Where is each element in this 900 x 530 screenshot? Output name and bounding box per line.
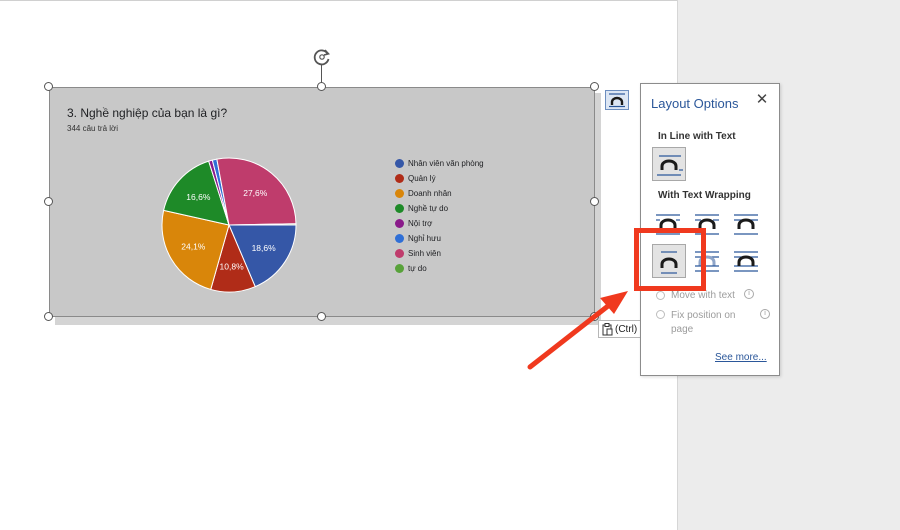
fix-position-label-line2: page xyxy=(671,324,694,335)
pie-data-label: 27,6% xyxy=(243,188,268,198)
legend-label: Doanh nhân xyxy=(408,189,452,198)
resize-handle-top-right[interactable] xyxy=(590,82,599,91)
legend-swatch xyxy=(395,234,404,243)
legend-item: Nghỉ hưu xyxy=(395,231,484,246)
fix-position-radio[interactable] xyxy=(656,310,665,319)
move-with-text-label: Move with text xyxy=(671,290,735,301)
info-icon[interactable]: i xyxy=(744,289,754,299)
legend-label: Sinh viên xyxy=(408,249,441,258)
resize-handle-bottom-left[interactable] xyxy=(44,312,53,321)
paste-options-button[interactable]: (Ctrl) xyxy=(598,320,642,338)
legend-swatch xyxy=(395,249,404,258)
clipboard-icon xyxy=(602,322,613,335)
legend-label: Nhân viên văn phòng xyxy=(408,159,484,168)
legend-label: Nội trợ xyxy=(408,219,433,228)
legend-label: Nghỉ hưu xyxy=(408,234,441,243)
pie-data-label: 10,8% xyxy=(220,261,245,271)
wrap-in-front-of-text-icon[interactable] xyxy=(730,244,764,278)
wrap-layout-icon xyxy=(609,93,625,108)
legend-swatch xyxy=(395,159,404,168)
legend-swatch xyxy=(395,264,404,273)
fix-position-label-line1: Fix position on xyxy=(671,310,736,321)
chart-legend: Nhân viên văn phòng Quản lý Doanh nhân Nghề… xyxy=(395,156,484,276)
highlight-box xyxy=(634,228,706,291)
move-with-text-option[interactable]: Move with text xyxy=(656,290,735,301)
legend-swatch xyxy=(395,219,404,228)
legend-item: Sinh viên xyxy=(395,246,484,261)
legend-swatch xyxy=(395,204,404,213)
pie-data-label: 24,1% xyxy=(181,241,206,251)
see-more-link[interactable]: See more... xyxy=(715,352,767,363)
close-icon[interactable]: ✕ xyxy=(754,92,770,108)
legend-swatch xyxy=(395,189,404,198)
layout-options-button[interactable] xyxy=(605,90,629,110)
legend-item: Doanh nhân xyxy=(395,186,484,201)
fix-position-option[interactable]: Fix position on page xyxy=(656,309,735,337)
resize-handle-right[interactable] xyxy=(590,197,599,206)
resize-handle-top-left[interactable] xyxy=(44,82,53,91)
pie-data-label: 16,6% xyxy=(186,192,211,202)
legend-item: tự do xyxy=(395,261,484,276)
legend-label: tự do xyxy=(408,264,427,273)
resize-handle-top[interactable] xyxy=(317,82,326,91)
legend-label: Nghề tự do xyxy=(408,204,449,213)
paste-options-label: (Ctrl) xyxy=(615,323,638,335)
resize-handle-bottom[interactable] xyxy=(317,312,326,321)
inline-heading: In Line with Text xyxy=(658,131,736,142)
legend-label: Quản lý xyxy=(408,174,436,183)
resize-handle-left[interactable] xyxy=(44,197,53,206)
chart-object[interactable]: 3. Nghề nghiệp của bạn là gì? 344 câu tr… xyxy=(49,87,595,317)
layout-options-title: Layout Options xyxy=(651,96,739,111)
legend-item: Quản lý xyxy=(395,171,484,186)
info-icon[interactable]: i xyxy=(760,309,770,319)
pie-data-label: 18,6% xyxy=(252,243,277,253)
pie-chart: 18,6% 10,8% 24,1% 16,6% 27,6% xyxy=(161,157,297,293)
legend-item: Nội trợ xyxy=(395,216,484,231)
legend-item: Nghề tự do xyxy=(395,201,484,216)
legend-swatch xyxy=(395,174,404,183)
wrap-inline-icon[interactable] xyxy=(652,147,686,181)
wrap-through-icon[interactable] xyxy=(730,207,764,241)
page-edge-top xyxy=(0,0,678,1)
rotate-handle-icon[interactable] xyxy=(312,47,332,67)
wrapping-heading: With Text Wrapping xyxy=(658,190,751,201)
legend-item: Nhân viên văn phòng xyxy=(395,156,484,171)
move-with-text-radio[interactable] xyxy=(656,291,665,300)
